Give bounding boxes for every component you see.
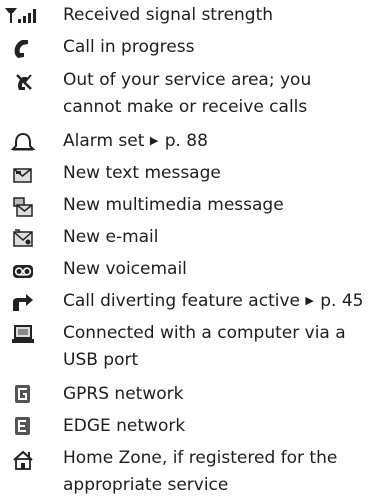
indicator-label: Connected with a computer via a — [63, 323, 346, 343]
edge-icon — [4, 415, 38, 439]
page-ref-arrow-icon: ▶ — [149, 134, 159, 147]
indicator-label: appropriate service — [63, 475, 229, 495]
indicator-label: GPRS network — [63, 384, 184, 404]
indicator-label: USB port — [63, 350, 139, 370]
gprs-icon — [4, 383, 38, 407]
indicator-label: New multimedia message — [63, 195, 284, 215]
text-message-icon — [4, 164, 38, 188]
indicator-label: Call diverting feature active ▶ p. 45 — [63, 288, 364, 316]
indicator-label: New text message — [63, 163, 221, 183]
call-divert-icon — [4, 291, 38, 315]
computer-connection-icon — [4, 323, 38, 347]
indicator-label: Received signal strength — [63, 5, 274, 25]
indicator-label: New e-mail — [63, 227, 159, 247]
multimedia-message-icon — [4, 194, 38, 218]
indicator-label: EDGE network — [63, 416, 186, 436]
call-in-progress-icon — [4, 37, 38, 61]
alarm-bell-icon — [4, 131, 38, 155]
signal-strength-icon — [4, 6, 38, 30]
indicator-label: Home Zone, if registered for the — [63, 448, 338, 468]
indicator-label: Call in progress — [63, 37, 195, 57]
page-reference-link[interactable]: p. 45 — [320, 291, 363, 311]
page-ref-arrow-icon: ▶ — [305, 294, 314, 307]
email-icon — [4, 227, 38, 251]
page-reference-link[interactable]: p. 88 — [165, 131, 208, 151]
no-service-icon — [4, 71, 38, 95]
indicator-label: cannot make or receive calls — [63, 97, 308, 117]
indicator-label: New voicemail — [63, 259, 187, 279]
indicator-label: Out of your service area; you — [63, 70, 312, 90]
home-zone-icon — [4, 449, 38, 473]
voicemail-icon — [4, 260, 38, 284]
indicator-label: Alarm set ▶ p. 88 — [63, 128, 208, 156]
